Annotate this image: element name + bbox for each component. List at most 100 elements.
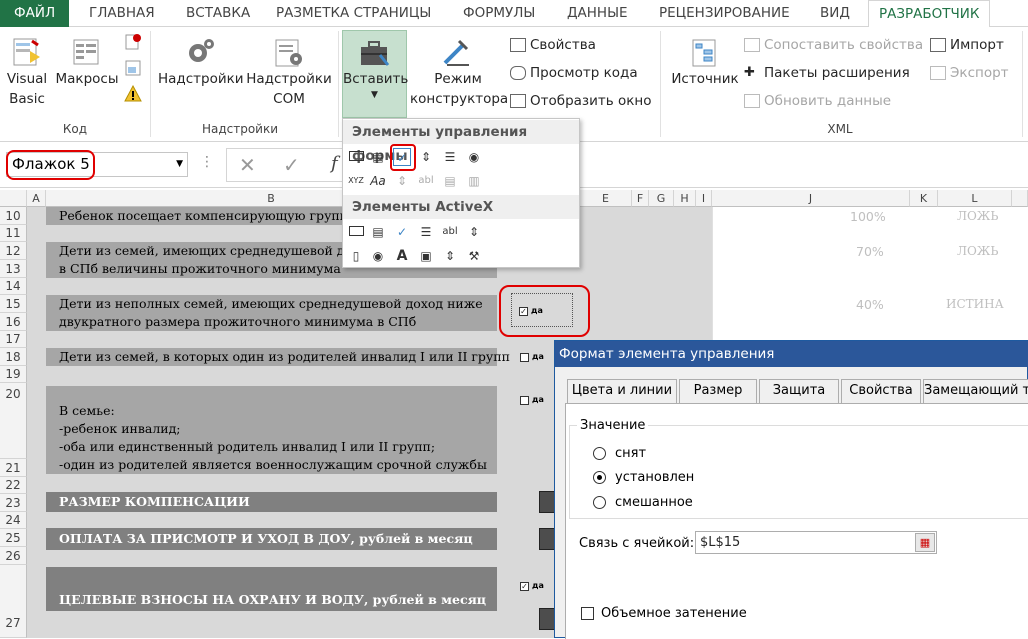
row-header[interactable]: 22 (0, 477, 27, 494)
tab-developer[interactable]: РАЗРАБОТЧИК (868, 0, 991, 28)
row-header[interactable]: 27 (0, 565, 27, 638)
relative-refs-icon[interactable] (124, 59, 142, 77)
insert-controls-button[interactable]: Вставить ▼ (342, 30, 408, 118)
more-controls-icon[interactable]: ⚒ (465, 247, 483, 265)
row-header[interactable]: 17 (0, 331, 27, 348)
tab-review[interactable]: РЕЦЕНЗИРОВАНИЕ (659, 0, 790, 27)
visual-basic-button[interactable]: Visual Basic (2, 37, 52, 109)
column-header-i[interactable]: I (696, 190, 712, 207)
column-header-m[interactable] (1012, 190, 1028, 207)
checkbox-checked[interactable]: ✓ (520, 582, 529, 591)
cancel-icon[interactable]: ✕ (239, 153, 256, 177)
row-header[interactable]: 10 (0, 207, 27, 225)
column-header-g[interactable]: G (649, 190, 674, 207)
cell-l12[interactable]: ЛОЖЬ (957, 244, 998, 258)
chevron-down-icon[interactable]: ▼ (176, 153, 183, 176)
expansion-packs-button[interactable]: ✚ Пакеты расширения (744, 62, 910, 84)
cell-b21-line1[interactable]: В семье: (59, 402, 115, 420)
cell-b10[interactable]: Ребенок посещает компенсирующую группу (59, 207, 355, 225)
spin-button-icon[interactable]: ⇕ (417, 148, 435, 166)
tab-data[interactable]: ДАННЫЕ (567, 0, 628, 27)
radio-checked[interactable] (593, 471, 606, 484)
checkbox[interactable] (520, 396, 529, 405)
row-header[interactable]: 18 (0, 348, 27, 366)
tab-insert[interactable]: ВСТАВКА (186, 0, 250, 27)
design-mode-button[interactable]: Режим конструктора (410, 37, 508, 109)
value-cell[interactable] (539, 491, 555, 513)
row-header[interactable]: 14 (0, 278, 27, 295)
checkbox[interactable] (520, 353, 529, 362)
com-addins-button[interactable]: Надстройки COM (244, 37, 334, 109)
activex-toggle-icon[interactable]: ▯ (347, 247, 365, 265)
activex-textbox-icon[interactable]: abl (441, 223, 459, 241)
cell-b21-line2[interactable]: -ребенок инвалид; (59, 420, 181, 438)
import-button[interactable]: Импорт (930, 34, 1004, 56)
cell-b15-line2[interactable]: двукратного размера прожиточного минимум… (59, 313, 416, 331)
cell-b27[interactable]: ЦЕЛЕВЫЕ ВЗНОСЫ НА ОХРАНУ И ВОДУ, рублей … (59, 591, 486, 609)
cell-l15[interactable]: ИСТИНА (946, 297, 1004, 311)
row-header[interactable]: 20 (0, 383, 27, 459)
row-header[interactable]: 25 (0, 529, 27, 547)
column-header-l[interactable]: L (938, 190, 1012, 207)
row-header[interactable]: 26 (0, 547, 27, 565)
cell-j15[interactable]: 40% (856, 297, 884, 312)
option-button-icon[interactable]: ◉ (465, 148, 483, 166)
activex-spin-icon[interactable]: ⇕ (441, 247, 459, 265)
enter-icon[interactable]: ✓ (283, 153, 300, 177)
cell-j12[interactable]: 70% (856, 244, 884, 259)
cell-b21-line3[interactable]: -оба или единственный родитель инвалид I… (59, 438, 435, 456)
range-select-icon[interactable]: ▦ (915, 533, 935, 552)
cell-b15-line1[interactable]: Дети из неполных семей, имеющих среднеду… (59, 295, 483, 313)
activex-image-icon[interactable]: ▣ (417, 247, 435, 265)
column-header-a[interactable]: A (27, 190, 46, 207)
macro-security-icon[interactable] (124, 84, 142, 103)
tab-file[interactable]: ФАЙЛ (0, 0, 70, 27)
row-header[interactable]: 15 (0, 295, 27, 313)
radio-unchecked[interactable] (593, 447, 606, 460)
row-header[interactable]: 16 (0, 313, 27, 331)
record-macro-icon[interactable] (124, 33, 142, 51)
button-control-icon[interactable] (347, 148, 365, 166)
activex-button-icon[interactable] (347, 223, 365, 241)
row-header[interactable]: 13 (0, 260, 27, 278)
select-all-corner[interactable] (0, 190, 27, 207)
tab-size[interactable]: Размер (679, 379, 757, 403)
row-header[interactable]: 23 (0, 494, 27, 512)
combo-list-edit-icon[interactable]: ▤ (441, 172, 459, 190)
activex-label-icon[interactable]: A (393, 247, 411, 265)
tab-formulas[interactable]: ФОРМУЛЫ (463, 0, 535, 27)
refresh-data-button[interactable]: Обновить данные (744, 90, 891, 112)
cell-b21-line4[interactable]: -один из родителей является военнослужащ… (59, 456, 487, 474)
value-cell[interactable] (539, 528, 555, 550)
tab-home[interactable]: ГЛАВНАЯ (89, 0, 155, 27)
addins-button[interactable]: Надстройки (158, 37, 244, 89)
label-icon[interactable]: Aa (369, 172, 387, 190)
macros-button[interactable]: Макросы (54, 37, 120, 89)
value-cell[interactable] (539, 608, 555, 630)
activex-option-icon[interactable]: ◉ (369, 247, 387, 265)
cell-j10[interactable]: 100% (850, 209, 886, 224)
shading-checkbox[interactable] (581, 607, 594, 620)
list-box-icon[interactable]: ☰ (441, 148, 459, 166)
cell-b18[interactable]: Дети из семей, в которых один из родител… (59, 348, 510, 366)
function-icon[interactable]: f (331, 153, 338, 174)
row-header[interactable]: 21 (0, 459, 27, 477)
export-button[interactable]: Экспорт (930, 62, 1009, 84)
text-field-icon[interactable]: abl (417, 172, 435, 190)
tab-page-layout[interactable]: РАЗМЕТКА СТРАНИЦЫ (276, 0, 431, 27)
activex-scrollbar-icon[interactable]: ⇕ (465, 223, 483, 241)
activex-combo-icon[interactable]: ▤ (369, 223, 387, 241)
combo-box-icon[interactable]: ▤ (369, 148, 387, 166)
group-box-icon[interactable]: XYZ (347, 172, 365, 190)
row-header[interactable]: 24 (0, 512, 27, 529)
column-header-e[interactable]: E (580, 190, 632, 207)
column-header-h[interactable]: H (674, 190, 696, 207)
show-window-button[interactable]: Отобразить окно (510, 90, 651, 112)
column-header-k[interactable]: K (910, 190, 938, 207)
properties-button[interactable]: Свойства (510, 34, 596, 56)
row-header[interactable]: 12 (0, 242, 27, 260)
tab-view[interactable]: ВИД (820, 0, 850, 27)
cell-b12-line2[interactable]: в СПб величины прожиточного минимума (59, 260, 341, 278)
xml-source-button[interactable]: Источник (668, 37, 742, 89)
row-header[interactable]: 11 (0, 225, 27, 242)
